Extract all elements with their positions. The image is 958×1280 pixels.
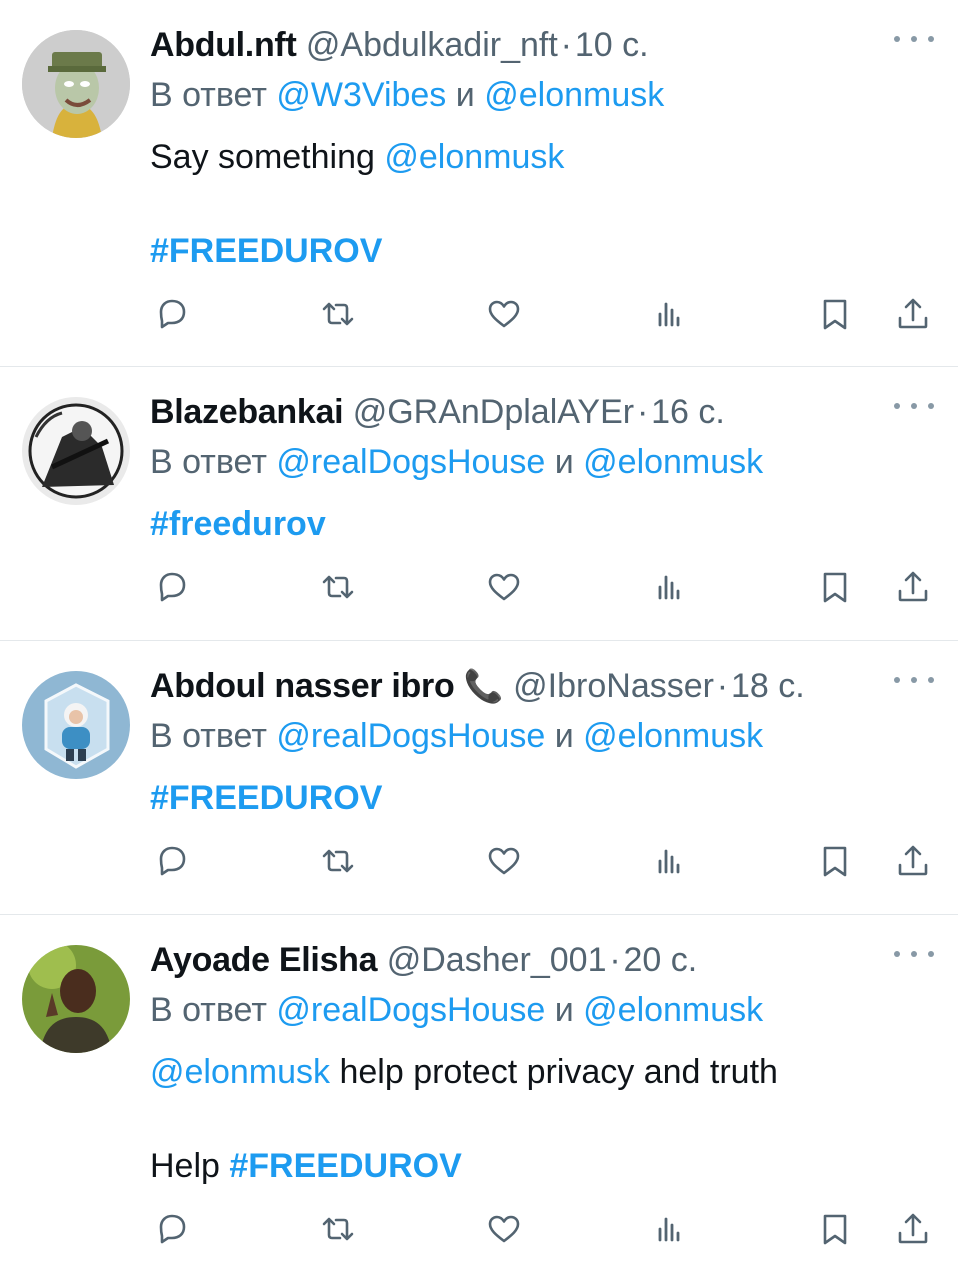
mention-link[interactable]: @realDogsHouse bbox=[276, 991, 545, 1029]
like-icon[interactable] bbox=[482, 292, 526, 336]
like-icon[interactable] bbox=[482, 1207, 526, 1251]
tweet[interactable]: Abdul.nft @Abdulkadir_nft · 10 с. В отве… bbox=[0, 0, 958, 366]
display-name[interactable]: Blazebankai bbox=[150, 393, 344, 431]
reply-and: и bbox=[554, 991, 574, 1029]
mention-link[interactable]: @elonmusk bbox=[384, 138, 564, 176]
tweet[interactable]: Ayoade Elisha @Dasher_001 · 20 с. В отве… bbox=[0, 915, 958, 1280]
mention-link[interactable]: @elonmusk bbox=[583, 991, 763, 1029]
avatar[interactable] bbox=[22, 671, 130, 779]
views-icon[interactable] bbox=[647, 292, 691, 336]
display-name[interactable]: Ayoade Elisha bbox=[150, 941, 378, 979]
retweet-icon[interactable] bbox=[316, 292, 360, 336]
user-handle[interactable]: @GRAnDplalAYEr bbox=[353, 393, 634, 431]
action-bar bbox=[150, 839, 958, 883]
share-icon[interactable] bbox=[891, 1207, 935, 1251]
tweet-hashtag-line: #FREEDUROV bbox=[150, 775, 382, 821]
share-icon[interactable] bbox=[891, 839, 935, 883]
action-bar bbox=[150, 292, 958, 336]
hashtag-link[interactable]: #freedurov bbox=[150, 505, 326, 543]
reply-context: В ответ @W3Vibes и @elonmusk bbox=[150, 72, 664, 118]
user-handle[interactable]: @Dasher_001 bbox=[387, 941, 607, 979]
mention-link[interactable]: @elonmusk bbox=[583, 443, 763, 481]
mention-link[interactable]: @realDogsHouse bbox=[276, 717, 545, 755]
reply-prefix: В ответ bbox=[150, 717, 267, 755]
bookmark-icon[interactable] bbox=[813, 839, 857, 883]
tweet-header: Abdul.nft @Abdulkadir_nft · 10 с. bbox=[150, 22, 649, 68]
mention-link[interactable]: @realDogsHouse bbox=[276, 443, 545, 481]
tweet-text: Help #FREEDUROV bbox=[150, 1143, 462, 1189]
tweet-header: Abdoul nasser ibro 📞 @IbroNasser · 18 с. bbox=[150, 663, 805, 709]
tweet-hashtag-line: #FREEDUROV bbox=[150, 228, 382, 274]
avatar[interactable] bbox=[22, 945, 130, 1053]
user-handle[interactable]: @IbroNasser bbox=[513, 667, 714, 705]
tweet-text-span: Say something bbox=[150, 138, 385, 176]
reply-icon[interactable] bbox=[150, 565, 194, 609]
like-icon[interactable] bbox=[482, 565, 526, 609]
views-icon[interactable] bbox=[647, 839, 691, 883]
like-icon[interactable] bbox=[482, 839, 526, 883]
separator-dot: · bbox=[713, 667, 731, 705]
more-icon[interactable] bbox=[890, 26, 938, 50]
action-bar bbox=[150, 1207, 958, 1251]
reply-and: и bbox=[554, 443, 574, 481]
reply-prefix: В ответ bbox=[150, 443, 267, 481]
tweet-header: Ayoade Elisha @Dasher_001 · 20 с. bbox=[150, 937, 697, 983]
reply-context: В ответ @realDogsHouse и @elonmusk bbox=[150, 713, 763, 759]
hashtag-link[interactable]: #FREEDUROV bbox=[150, 232, 382, 270]
reply-prefix: В ответ bbox=[150, 991, 267, 1029]
views-icon[interactable] bbox=[647, 565, 691, 609]
retweet-icon[interactable] bbox=[316, 565, 360, 609]
timestamp[interactable]: 20 с. bbox=[623, 941, 697, 979]
separator-dot: · bbox=[634, 393, 652, 431]
retweet-icon[interactable] bbox=[316, 1207, 360, 1251]
tweet[interactable]: Blazebankai @GRAnDplalAYEr · 16 с. В отв… bbox=[0, 367, 958, 641]
more-icon[interactable] bbox=[890, 941, 938, 965]
avatar[interactable] bbox=[22, 30, 130, 138]
reply-icon[interactable] bbox=[150, 292, 194, 336]
mention-link[interactable]: @elonmusk bbox=[583, 717, 763, 755]
bookmark-icon[interactable] bbox=[813, 1207, 857, 1251]
hashtag-link[interactable]: #FREEDUROV bbox=[150, 779, 382, 817]
more-icon[interactable] bbox=[890, 393, 938, 417]
tweet-hashtag-line: #freedurov bbox=[150, 501, 326, 547]
user-handle[interactable]: @Abdulkadir_nft bbox=[306, 26, 558, 64]
tweet-text-span: help protect privacy and truth bbox=[330, 1053, 778, 1091]
hashtag-link[interactable]: #FREEDUROV bbox=[229, 1147, 461, 1185]
more-icon[interactable] bbox=[890, 667, 938, 691]
mention-link[interactable]: @elonmusk bbox=[150, 1053, 330, 1091]
bookmark-icon[interactable] bbox=[813, 565, 857, 609]
mention-link[interactable]: @elonmusk bbox=[484, 76, 664, 114]
timestamp[interactable]: 16 с. bbox=[651, 393, 725, 431]
tweet[interactable]: Abdoul nasser ibro 📞 @IbroNasser · 18 с.… bbox=[0, 641, 958, 915]
separator-dot: · bbox=[606, 941, 624, 979]
reply-context: В ответ @realDogsHouse и @elonmusk bbox=[150, 987, 763, 1033]
tweet-text-span: Help bbox=[150, 1147, 230, 1185]
retweet-icon[interactable] bbox=[316, 839, 360, 883]
reply-and: и bbox=[455, 76, 475, 114]
timestamp[interactable]: 10 с. bbox=[575, 26, 649, 64]
reply-context: В ответ @realDogsHouse и @elonmusk bbox=[150, 439, 763, 485]
share-icon[interactable] bbox=[891, 565, 935, 609]
phone-emoji-icon: 📞 bbox=[463, 668, 504, 704]
timestamp[interactable]: 18 с. bbox=[731, 667, 805, 705]
display-name[interactable]: Abdul.nft bbox=[150, 26, 297, 64]
separator-dot: · bbox=[557, 26, 575, 64]
share-icon[interactable] bbox=[891, 292, 935, 336]
mention-link[interactable]: @W3Vibes bbox=[276, 76, 446, 114]
views-icon[interactable] bbox=[647, 1207, 691, 1251]
reply-prefix: В ответ bbox=[150, 76, 267, 114]
reply-icon[interactable] bbox=[150, 839, 194, 883]
action-bar bbox=[150, 565, 958, 609]
bookmark-icon[interactable] bbox=[813, 292, 857, 336]
reply-icon[interactable] bbox=[150, 1207, 194, 1251]
display-name[interactable]: Abdoul nasser ibro bbox=[150, 667, 455, 705]
tweet-header: Blazebankai @GRAnDplalAYEr · 16 с. bbox=[150, 389, 725, 435]
tweet-text: @elonmusk help protect privacy and truth bbox=[150, 1049, 778, 1095]
reply-and: и bbox=[554, 717, 574, 755]
avatar[interactable] bbox=[22, 397, 130, 505]
tweet-text: Say something @elonmusk bbox=[150, 134, 564, 180]
